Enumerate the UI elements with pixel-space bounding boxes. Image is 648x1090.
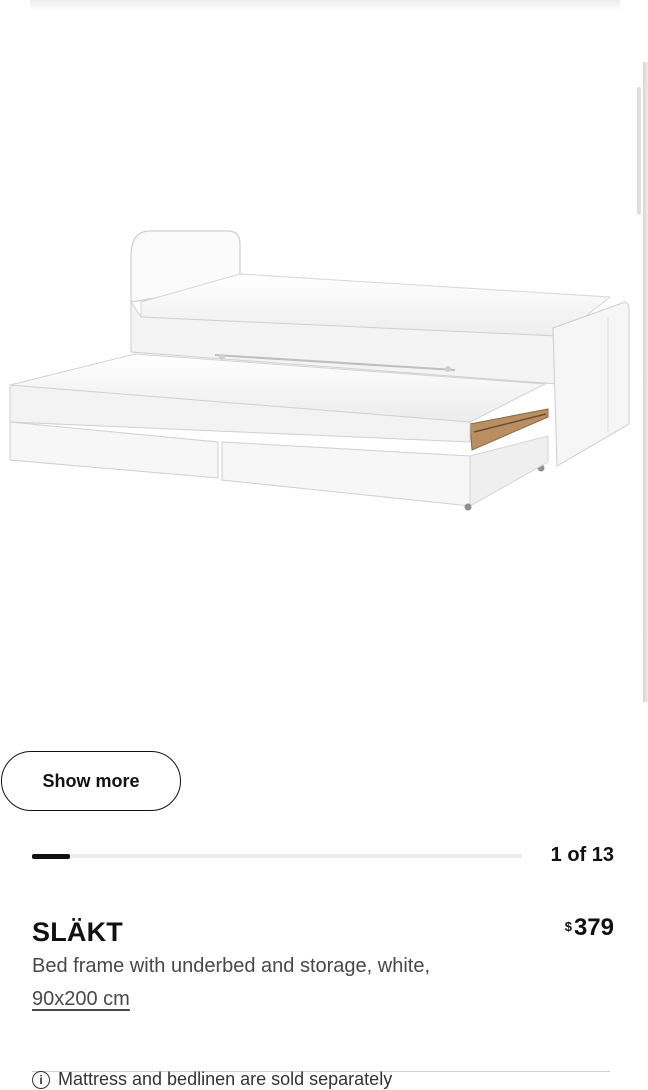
scrollbar[interactable] (637, 87, 641, 215)
show-more-button[interactable]: Show more (1, 751, 181, 811)
previous-content-edge (30, 0, 620, 12)
product-image-gallery[interactable] (0, 12, 648, 702)
price-amount: 379 (573, 914, 614, 941)
product-name: SLÄKT (32, 917, 123, 947)
bed-frame-image (9, 230, 630, 511)
gallery-progress-thumb (32, 853, 70, 859)
product-size-link[interactable]: 90x200 cm (32, 988, 130, 1011)
currency-symbol: $ (564, 919, 572, 934)
next-image-preview[interactable] (643, 62, 648, 702)
slide-counter: 1 of 13 (550, 844, 614, 866)
product-price: $ 379 (565, 914, 614, 942)
product-description: Bed frame with underbed and storage, whi… (32, 955, 431, 977)
gallery-progress-track (32, 853, 522, 859)
